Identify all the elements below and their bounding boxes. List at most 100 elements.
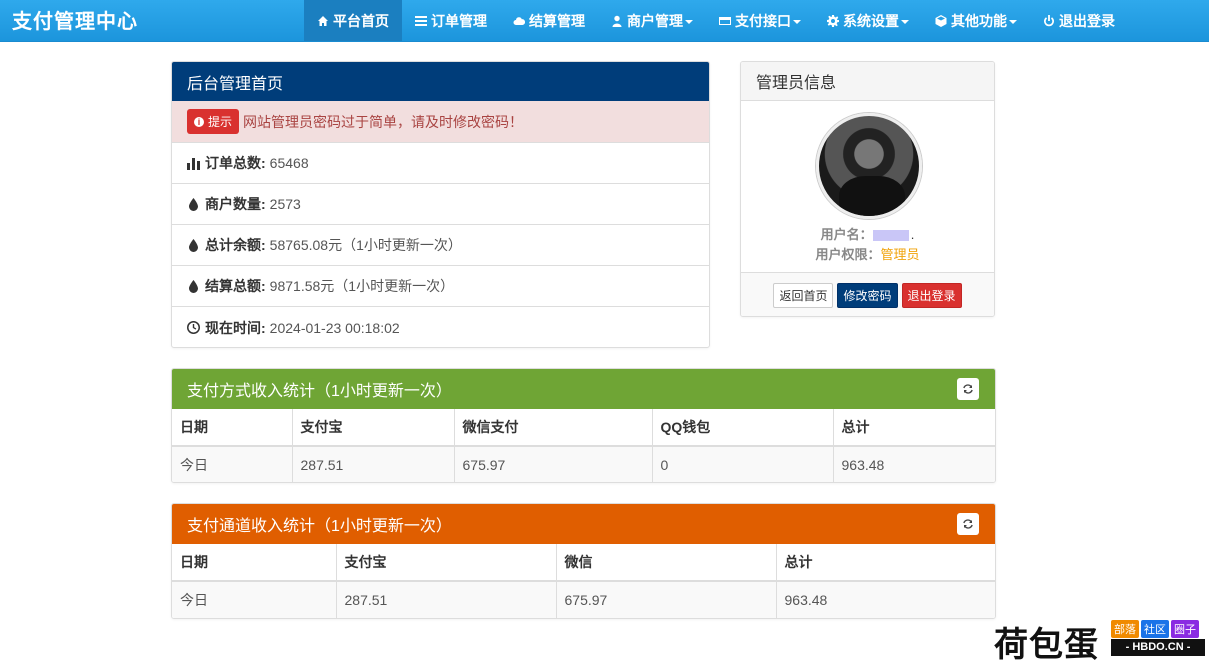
stat-value: 2024-01-23 00:18:02: [269, 319, 400, 336]
stat-label: 商户数量:: [205, 196, 266, 212]
nav-item-label: 结算管理: [529, 12, 585, 29]
table-header: 微信支付: [454, 409, 653, 447]
info-icon: i: [194, 116, 204, 127]
chevron-down-icon: [901, 19, 909, 24]
watermark-tag: 社区: [1141, 620, 1169, 638]
pay-channel-heading: 支付通道收入统计（1小时更新一次）: [172, 504, 995, 544]
cube-icon: [935, 14, 947, 27]
power-icon: [1044, 14, 1054, 26]
username-redacted: [872, 230, 909, 242]
table-header: 日期: [172, 409, 293, 447]
stat-row-orders: 订单总数: 65468: [172, 143, 709, 184]
stat-value: 9871.58元（1小时更新一次）: [269, 278, 455, 294]
username-suffix: .: [910, 227, 915, 242]
chevron-down-icon: [1009, 19, 1017, 24]
table-row: 今日 287.51 675.97 963.48: [172, 581, 995, 618]
watermark: 荷包蛋 部落 社区 圈子 - HBDO.CN -: [992, 617, 1209, 663]
table-header: 微信: [556, 544, 777, 582]
dashboard-panel: 后台管理首页 i 提示 网站管理员密码过于简单，请及时修改密码！ 订单总数: 6…: [171, 61, 710, 348]
watermark-tag: 圈子: [1171, 620, 1199, 638]
watermark-tag: 部落: [1111, 620, 1139, 638]
nav-item-system-settings[interactable]: 系统设置: [814, 0, 922, 41]
avatar: [816, 113, 922, 219]
chevron-down-icon: [793, 19, 801, 24]
stat-label: 订单总数:: [205, 155, 266, 171]
role-label: 用户权限：: [815, 247, 881, 262]
nav-item-label: 退出登录: [1059, 12, 1115, 29]
pay-channel-table: 日期 支付宝 微信 总计 今日 287.51 675.97 963.48: [172, 544, 995, 618]
change-password-button[interactable]: 修改密码: [837, 282, 898, 308]
role-value: 管理员: [880, 247, 920, 262]
table-header-row: 日期 支付宝 微信 总计: [172, 544, 995, 582]
role-line: 用户权限：管理员: [741, 244, 994, 263]
stat-value: 58765.08元（1小时更新一次）: [269, 237, 462, 253]
main-nav: 平台首页 订单管理 结算管理 商户管理 支付接口 系统设置 其他功能 退出登录: [304, 0, 1128, 41]
nav-item-home[interactable]: 平台首页: [304, 0, 402, 41]
refresh-button[interactable]: [957, 513, 979, 535]
stat-value: 65468: [269, 155, 309, 171]
watermark-url: - HBDO.CN -: [1111, 639, 1205, 656]
table-cell: 今日: [172, 446, 293, 482]
pay-channel-stats-panel: 支付通道收入统计（1小时更新一次） 日期 支付宝 微信 总计 今日 287.51…: [171, 503, 996, 619]
admin-info-panel: 管理员信息 用户名：. 用户权限：管理员 返回首页 修改密码 退出登录: [740, 61, 995, 317]
table-cell: 287.51: [292, 446, 455, 482]
stat-row-balance: 总计余额: 58765.08元（1小时更新一次）: [172, 225, 709, 266]
credit-card-icon: [719, 16, 731, 25]
nav-item-label: 商户管理: [627, 12, 683, 29]
stat-row-time: 现在时间: 2024-01-23 00:18:02: [172, 307, 709, 347]
alert-text: 网站管理员密码过于简单，请及时修改密码！: [243, 113, 524, 130]
nav-item-merchants[interactable]: 商户管理: [598, 0, 706, 41]
droplet-icon: [189, 238, 198, 252]
stat-value: 2573: [269, 196, 301, 212]
table-cell: 963.48: [776, 581, 995, 618]
admin-actions: 返回首页 修改密码 退出登录: [741, 272, 994, 316]
panel-title: 支付通道收入统计（1小时更新一次）: [187, 518, 452, 535]
clock-icon: [187, 321, 200, 334]
cloud-icon: [513, 16, 525, 25]
nav-item-logout[interactable]: 退出登录: [1030, 0, 1128, 41]
brand-title[interactable]: 支付管理中心: [12, 5, 138, 34]
table-header: 支付宝: [336, 544, 557, 582]
table-cell: 0: [652, 446, 834, 482]
tip-badge: i 提示: [187, 109, 240, 134]
username-label: 用户名：: [820, 227, 873, 242]
bar-chart-icon: [187, 157, 200, 170]
panel-title: 管理员信息: [741, 62, 994, 101]
table-cell: 675.97: [454, 446, 653, 482]
refresh-icon: [963, 384, 973, 394]
password-alert: i 提示 网站管理员密码过于简单，请及时修改密码！: [172, 101, 709, 143]
pay-method-heading: 支付方式收入统计（1小时更新一次）: [172, 369, 995, 409]
stat-label: 现在时间:: [205, 319, 266, 336]
nav-item-settlement[interactable]: 结算管理: [500, 0, 598, 41]
table-header: 总计: [833, 409, 995, 447]
home-icon: [318, 15, 328, 26]
gear-icon: [827, 14, 839, 27]
table-cell: 287.51: [336, 581, 557, 618]
stat-label: 结算总额:: [205, 278, 266, 294]
nav-item-label: 系统设置: [843, 12, 899, 29]
panel-title: 后台管理首页: [172, 62, 709, 101]
table-header: 日期: [172, 544, 337, 582]
back-home-button[interactable]: 返回首页: [773, 282, 834, 308]
username-line: 用户名：.: [741, 224, 994, 243]
nav-item-payment-api[interactable]: 支付接口: [706, 0, 814, 41]
table-header-row: 日期 支付宝 微信支付 QQ钱包 总计: [172, 409, 995, 447]
chevron-down-icon: [685, 19, 693, 24]
logout-button[interactable]: 退出登录: [901, 282, 962, 308]
table-header: 总计: [776, 544, 995, 582]
droplet-icon: [189, 279, 198, 293]
stat-row-settlement: 结算总额: 9871.58元（1小时更新一次）: [172, 266, 709, 307]
nav-item-label: 平台首页: [333, 12, 389, 29]
table-cell: 675.97: [556, 581, 777, 618]
nav-item-label: 支付接口: [735, 12, 791, 29]
nav-item-label: 订单管理: [431, 12, 487, 29]
stat-label: 总计余额:: [205, 237, 266, 253]
nav-item-orders[interactable]: 订单管理: [402, 0, 500, 41]
refresh-button[interactable]: [957, 378, 979, 400]
droplet-icon: [189, 197, 198, 211]
pay-method-stats-panel: 支付方式收入统计（1小时更新一次） 日期 支付宝 微信支付 QQ钱包 总计 今日…: [171, 368, 996, 483]
pay-method-table: 日期 支付宝 微信支付 QQ钱包 总计 今日 287.51 675.97 0 9…: [172, 409, 995, 482]
watermark-title: 荷包蛋: [994, 625, 1099, 663]
panel-title: 支付方式收入统计（1小时更新一次）: [187, 383, 452, 400]
nav-item-other[interactable]: 其他功能: [922, 0, 1030, 41]
